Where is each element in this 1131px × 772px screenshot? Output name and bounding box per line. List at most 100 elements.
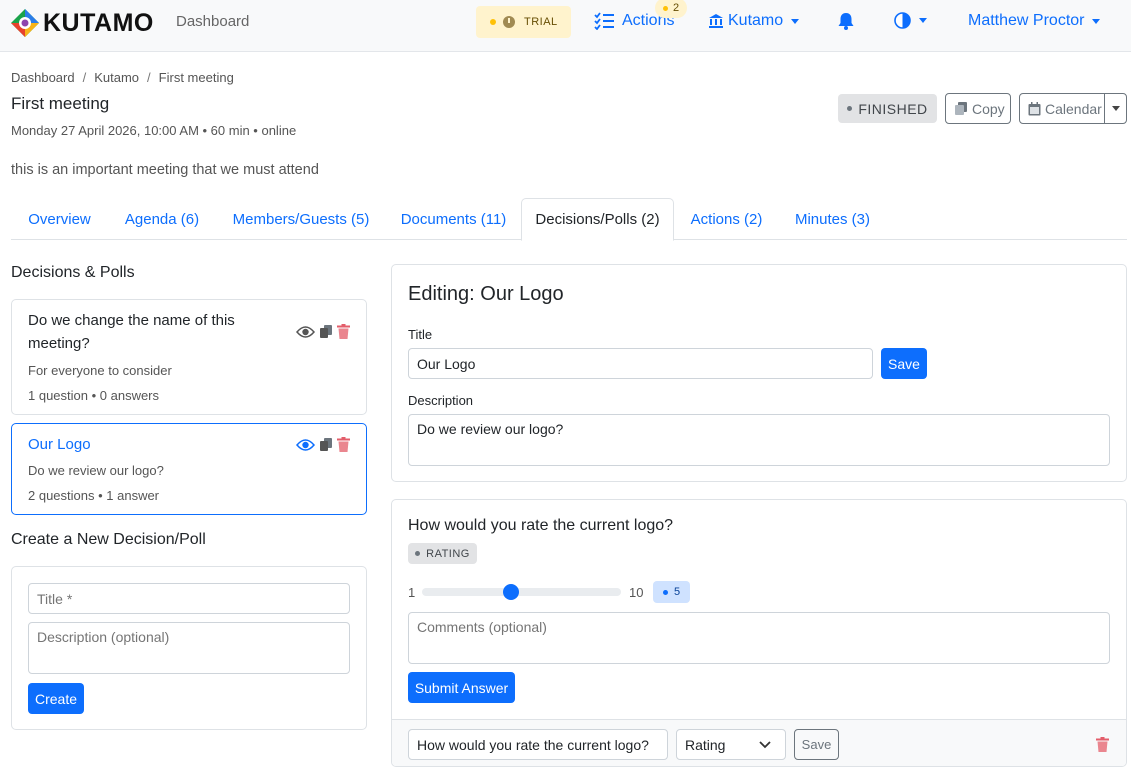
- description-label: Description: [408, 393, 474, 408]
- duplicate-icon[interactable]: [319, 437, 333, 452]
- meeting-description: this is an important meeting that we mus…: [11, 162, 319, 178]
- notifications-bell[interactable]: [836, 11, 856, 34]
- contrast-icon: [894, 12, 911, 29]
- copy-button[interactable]: Copy: [945, 93, 1011, 124]
- calendar-button[interactable]: Calendar: [1019, 93, 1127, 124]
- rating-value-badge: 5: [653, 581, 690, 603]
- rating-max: 10: [629, 585, 644, 600]
- theme-toggle[interactable]: [894, 12, 927, 29]
- top-navbar: KUTAMO Dashboard TRIAL Actions 2 Kutamo: [0, 0, 1131, 52]
- poll-actions: [296, 324, 350, 339]
- user-name: Matthew Proctor: [968, 12, 1085, 29]
- tab-agenda[interactable]: Agenda (6): [108, 198, 216, 240]
- create-button[interactable]: Create: [28, 683, 84, 714]
- meeting-tabs: Overview Agenda (6) Members/Guests (5) D…: [11, 198, 1127, 241]
- tab-overview[interactable]: Overview: [11, 198, 108, 240]
- poll-editor-card: Editing: Our Logo Title Save Description…: [391, 264, 1127, 482]
- brand-logo[interactable]: KUTAMO: [10, 8, 154, 38]
- editor-heading: Editing: Our Logo: [408, 283, 564, 305]
- rating-slider-track[interactable]: [422, 588, 621, 596]
- poll-description: Do we review our logo?: [28, 463, 164, 478]
- tab-decisions[interactable]: Decisions/Polls (2): [521, 198, 674, 241]
- nav-org-dropdown[interactable]: Kutamo: [708, 12, 800, 30]
- poll-card[interactable]: Do we change the name of this meeting? F…: [11, 299, 367, 415]
- save-title-button[interactable]: Save: [881, 348, 927, 379]
- trial-badge[interactable]: TRIAL: [476, 6, 571, 38]
- status-label: FINISHED: [858, 100, 928, 117]
- poll-description-input[interactable]: Do we review our logo?: [408, 414, 1110, 466]
- status-dot-icon: [847, 106, 853, 111]
- meeting-meta: Monday 27 April 2026, 10:00 AM • 60 min …: [11, 123, 297, 138]
- kutamo-logo-icon: [11, 9, 39, 37]
- question-type-value: Rating: [685, 736, 726, 753]
- comments-input[interactable]: [408, 612, 1110, 664]
- title-label: Title: [408, 327, 433, 342]
- calendar-label: Calendar: [1045, 100, 1102, 117]
- trash-icon[interactable]: [337, 437, 350, 452]
- submit-answer-button[interactable]: Submit Answer: [408, 672, 515, 703]
- calendar-dropdown-toggle[interactable]: [1104, 94, 1126, 123]
- badge-dot-icon: [662, 589, 668, 595]
- calendar-icon: [1028, 101, 1041, 115]
- rating-min: 1: [408, 585, 416, 600]
- question-type-select[interactable]: Rating: [676, 729, 786, 760]
- trial-label: TRIAL: [524, 16, 558, 28]
- question-text-input[interactable]: [408, 729, 668, 760]
- trash-icon[interactable]: [337, 324, 350, 339]
- copy-label: Copy: [972, 100, 1005, 117]
- save-question-button[interactable]: Save: [794, 729, 839, 760]
- chevron-down-icon: [919, 18, 927, 23]
- create-poll-title: Create a New Decision/Poll: [11, 531, 206, 548]
- page-title: First meeting: [11, 94, 110, 113]
- actions-count-badge: 2: [655, 0, 688, 18]
- poll-title: Do we change the name of this meeting?: [28, 312, 235, 352]
- rating-value: 5: [673, 586, 681, 598]
- actions-count: 2: [673, 2, 680, 14]
- chevron-down-icon: [759, 741, 771, 749]
- new-poll-title-input[interactable]: [28, 583, 350, 614]
- breadcrumb-current: First meeting: [158, 70, 234, 85]
- poll-actions: [296, 437, 350, 452]
- brand-name: KUTAMO: [43, 8, 154, 37]
- breadcrumb: Dashboard / Kutamo / First meeting: [11, 70, 234, 85]
- status-badge: FINISHED: [838, 94, 937, 123]
- trial-dot-icon: [490, 19, 496, 25]
- poll-description: For everyone to consider: [28, 363, 172, 378]
- breadcrumb-dashboard[interactable]: Dashboard: [11, 70, 75, 85]
- decisions-section-title: Decisions & Polls: [11, 264, 135, 281]
- badge-dot-icon: [663, 5, 668, 11]
- breadcrumb-separator: /: [147, 70, 151, 85]
- question-title: How would you rate the current logo?: [408, 517, 674, 534]
- eye-icon[interactable]: [296, 325, 315, 339]
- tab-members[interactable]: Members/Guests (5): [216, 198, 386, 240]
- poll-meta: 1 question • 0 answers: [28, 388, 160, 403]
- nav-dashboard-link[interactable]: Dashboard: [176, 13, 249, 30]
- poll-card-selected[interactable]: Our Logo Do we review our logo? 2 questi…: [11, 423, 367, 515]
- question-type-label: RATING: [426, 547, 470, 560]
- chevron-down-icon: [791, 18, 800, 24]
- poll-meta: 2 questions • 1 answer: [28, 488, 160, 503]
- trash-icon[interactable]: [1096, 737, 1109, 752]
- nav-org-label: Kutamo: [728, 12, 784, 29]
- clock-icon: [503, 16, 515, 28]
- user-menu[interactable]: Matthew Proctor: [968, 12, 1101, 30]
- poll-title: Our Logo: [28, 436, 91, 453]
- copy-icon: [955, 102, 967, 115]
- new-poll-description-input[interactable]: [28, 622, 350, 674]
- chevron-down-icon: [1111, 106, 1120, 111]
- poll-title-input[interactable]: [408, 348, 873, 379]
- tab-actions[interactable]: Actions (2): [674, 198, 779, 240]
- question-edit-bar: Rating Save: [392, 719, 1126, 766]
- breadcrumb-separator: /: [82, 70, 87, 85]
- chevron-down-icon: [1092, 18, 1101, 24]
- breadcrumb-kutamo[interactable]: Kutamo: [94, 70, 139, 85]
- question-type-badge: RATING: [408, 543, 477, 564]
- bell-icon: [838, 13, 854, 30]
- create-poll-form: Create: [11, 566, 367, 730]
- tab-documents[interactable]: Documents (11): [386, 198, 521, 240]
- tab-minutes[interactable]: Minutes (3): [779, 198, 886, 240]
- duplicate-icon[interactable]: [319, 324, 333, 339]
- rating-slider-thumb[interactable]: [503, 584, 520, 600]
- eye-icon[interactable]: [296, 438, 315, 452]
- checklist-icon: [594, 12, 614, 30]
